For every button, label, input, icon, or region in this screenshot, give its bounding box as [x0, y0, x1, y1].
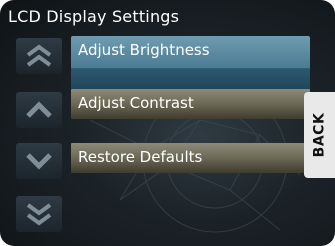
menu-item-adjust-contrast[interactable]: Adjust Contrast [71, 89, 310, 119]
double-chevron-up-icon [26, 44, 52, 67]
back-button[interactable]: BACK [304, 92, 335, 178]
page-down-button[interactable] [16, 196, 62, 232]
menu-item-adjust-brightness[interactable]: Adjust Brightness [71, 36, 310, 94]
scroll-down-button[interactable] [16, 143, 62, 179]
back-label: BACK [311, 112, 328, 158]
menu-item-label: Adjust Contrast [78, 94, 194, 112]
lcd-settings-screen: LCD Display Settings Adjust Brightness A… [0, 0, 335, 246]
page-up-button[interactable] [16, 38, 62, 74]
chevron-up-icon [26, 101, 52, 118]
double-chevron-down-icon [26, 203, 52, 226]
menu-item-label: Adjust Brightness [78, 41, 210, 59]
chevron-down-icon [26, 153, 52, 170]
menu-item-label: Restore Defaults [78, 148, 203, 166]
page-title: LCD Display Settings [8, 7, 180, 26]
menu-item-restore-defaults[interactable]: Restore Defaults [71, 143, 310, 173]
scroll-up-button[interactable] [16, 92, 62, 128]
